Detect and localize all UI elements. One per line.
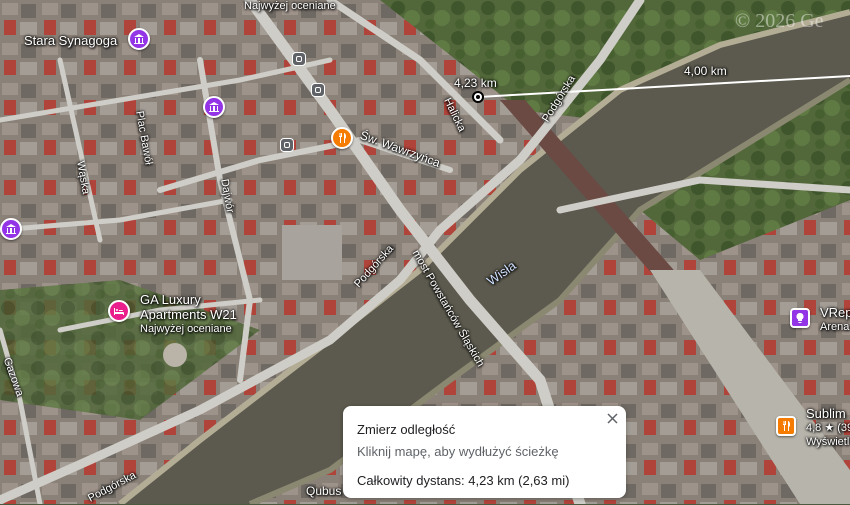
roundabout: [163, 343, 187, 367]
plaza: [282, 225, 342, 280]
close-button[interactable]: [604, 410, 620, 426]
place-label-stara-synagoga: Stara Synagoga: [24, 33, 118, 48]
transit-stop-icon[interactable]: [311, 83, 325, 97]
total-distance-label: Całkowity dystans:: [357, 473, 465, 488]
measure-segment-label: 4,23 km: [454, 76, 497, 90]
restaurant-pin-sublim[interactable]: [776, 416, 796, 436]
museum-pin[interactable]: [203, 96, 225, 118]
place-name-line2: Apartments W21: [140, 307, 237, 322]
place-label-vrep: VRep Arena: [820, 305, 850, 335]
measure-distance-panel: Zmierz odległość Kliknij mapę, aby wydłu…: [343, 406, 626, 498]
museum-icon: [209, 102, 219, 112]
place-subtitle: Najwyżej oceniane: [140, 323, 232, 335]
close-icon: [606, 412, 618, 424]
fork-knife-icon: [783, 421, 790, 431]
transit-stop-icon[interactable]: [280, 138, 294, 152]
museum-icon: [6, 224, 16, 234]
place-label-qubus: Qubus: [306, 484, 342, 498]
place-subtitle: Wyświetl: [806, 436, 850, 448]
place-label-sublim: Sublim 4,8 ★ (39 Wyświetl: [806, 407, 850, 449]
place-name: VRep: [820, 305, 850, 320]
transit-stop-icon[interactable]: [292, 52, 306, 66]
place-label-ga-luxury: GA Luxury Apartments W21 Najwyżej ocenia…: [140, 292, 237, 337]
place-name: Sublim: [806, 406, 846, 421]
total-distance: Całkowity dystans: 4,23 km (2,63 mi): [357, 473, 612, 488]
museum-icon: [134, 34, 144, 44]
hotel-pin-ga-luxury[interactable]: [108, 300, 130, 322]
place-name-line1: GA Luxury: [140, 292, 201, 307]
measure-line-label: 4,00 km: [684, 64, 727, 78]
bed-icon: [114, 308, 124, 315]
museum-pin-west[interactable]: [0, 218, 22, 240]
venue-pin-vrep[interactable]: [790, 308, 810, 328]
place-rating: 4,8 ★ (39: [806, 422, 850, 434]
map-copyright: © 2026 Ge: [735, 10, 824, 32]
panel-hint: Kliknij mapę, aby wydłużyć ścieżkę: [357, 444, 559, 459]
top-rated-label: Najwyżej oceniane: [244, 0, 336, 12]
total-distance-value: 4,23 km (2,63 mi): [468, 473, 570, 488]
museum-pin-stara-synagoga[interactable]: [128, 28, 150, 50]
measure-point[interactable]: [472, 91, 484, 103]
fork-knife-icon: [339, 133, 346, 143]
lightbulb-icon: [796, 312, 804, 323]
panel-title: Zmierz odległość: [357, 422, 456, 437]
place-subtitle: Arena: [820, 321, 850, 333]
restaurant-pin[interactable]: [331, 127, 353, 149]
